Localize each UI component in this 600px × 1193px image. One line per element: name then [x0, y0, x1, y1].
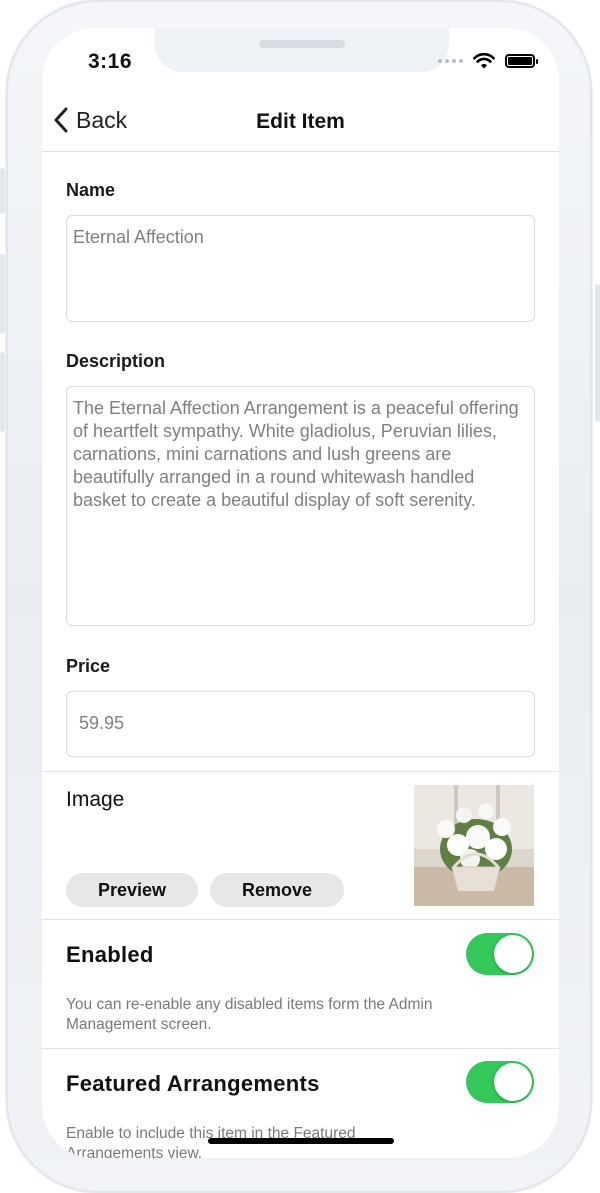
- toggle-knob: [494, 1063, 532, 1101]
- screen: 3:16 Back Edit Item Name Eternal Affecti…: [42, 28, 559, 1158]
- wifi-icon: [473, 53, 495, 69]
- name-field[interactable]: Eternal Affection: [66, 215, 535, 322]
- featured-label: Featured Arrangements: [66, 1071, 320, 1096]
- description-field[interactable]: The Eternal Affection Arrangement is a p…: [66, 386, 535, 626]
- image-label: Image: [66, 788, 125, 811]
- battery-icon: [505, 54, 538, 68]
- item-image-thumbnail[interactable]: [414, 785, 534, 906]
- description-label: Description: [66, 351, 166, 371]
- price-label: Price: [66, 656, 111, 676]
- power-button: [595, 284, 600, 422]
- divider: [42, 919, 559, 920]
- page-title: Edit Item: [256, 110, 345, 133]
- enabled-toggle[interactable]: [466, 933, 534, 975]
- volume-down-button: [0, 352, 5, 432]
- featured-toggle[interactable]: [466, 1061, 534, 1103]
- price-field[interactable]: 59.95: [66, 691, 535, 757]
- remove-button[interactable]: Remove: [210, 873, 344, 907]
- volume-up-button: [0, 254, 5, 334]
- navigation-bar: Back Edit Item: [42, 98, 559, 152]
- notch: [155, 28, 449, 72]
- flower-arrangement-image: [414, 785, 534, 906]
- name-label: Name: [66, 180, 116, 200]
- divider: [42, 1048, 559, 1049]
- enabled-label: Enabled: [66, 942, 154, 967]
- status-icons: [438, 53, 538, 69]
- mute-switch: [0, 168, 5, 214]
- preview-button[interactable]: Preview: [66, 873, 198, 907]
- signal-icon: [438, 59, 463, 63]
- enabled-hint: You can re-enable any disabled items for…: [66, 996, 433, 1033]
- status-time: 3:16: [88, 50, 133, 73]
- divider: [42, 771, 559, 772]
- home-indicator: [208, 1138, 394, 1144]
- speaker-grille: [259, 40, 345, 48]
- toggle-knob: [494, 935, 532, 973]
